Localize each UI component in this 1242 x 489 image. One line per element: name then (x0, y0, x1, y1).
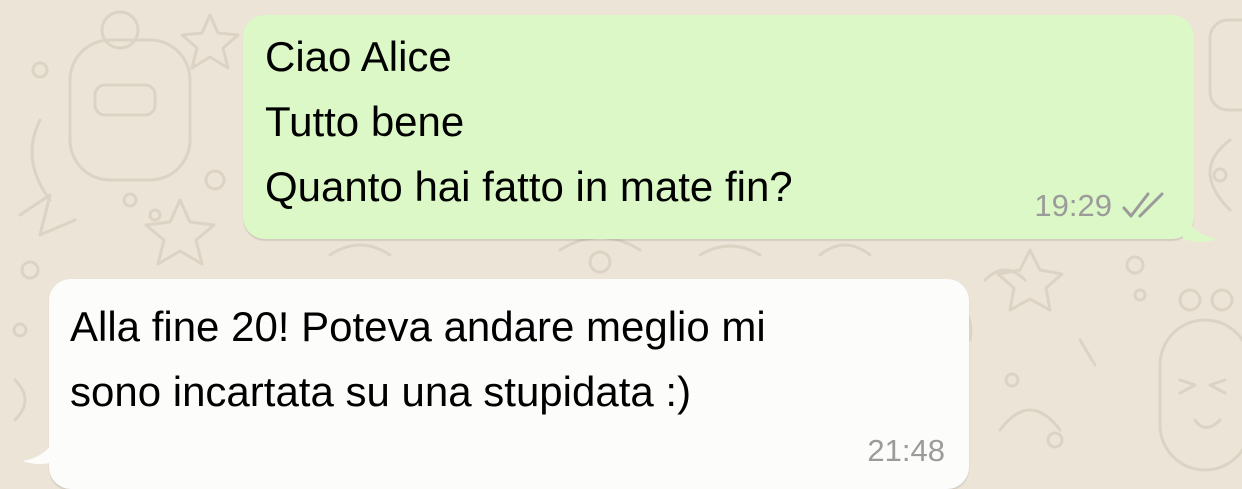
message-timestamp: 19:29 (1034, 188, 1112, 223)
outgoing-message-text: Ciao Alice Tutto bene Quanto hai fatto i… (265, 24, 793, 219)
double-check-icon (1122, 192, 1164, 218)
message-meta: 19:29 (1034, 188, 1168, 224)
message-line: Ciao Alice (265, 33, 452, 80)
incoming-message-bubble[interactable]: Alla fine 20! Poteva andare meglio mi so… (23, 279, 969, 489)
message-timestamp: 21:48 (867, 433, 945, 468)
message-line: Tutto bene (265, 98, 465, 145)
message-line: Quanto hai fatto in mate fin? (265, 163, 793, 210)
message-line: sono incartata su una stupidata :) (70, 368, 692, 415)
outgoing-message-bubble[interactable]: Ciao Alice Tutto bene Quanto hai fatto i… (243, 15, 1217, 242)
incoming-bubble-tail (23, 431, 57, 464)
message-line: Alla fine 20! Poteva andare meglio mi (70, 303, 766, 350)
message-meta: 21:48 (867, 433, 945, 469)
incoming-message-text: Alla fine 20! Poteva andare meglio mi so… (70, 294, 766, 424)
outgoing-bubble-tail (1183, 209, 1217, 242)
